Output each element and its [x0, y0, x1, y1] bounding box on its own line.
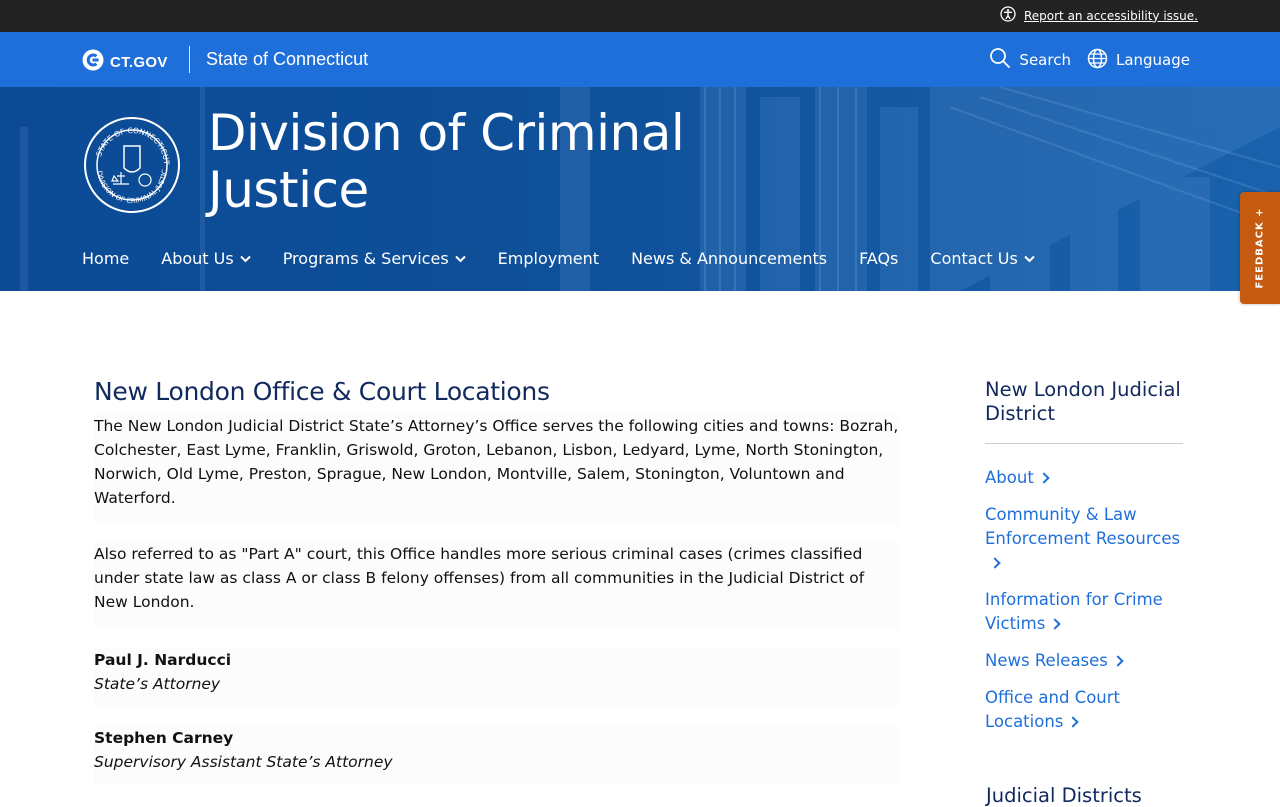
nav-item-about-us[interactable]: About Us — [161, 249, 251, 268]
main-nav: Home About Us Programs & Services Employ… — [82, 249, 1067, 268]
sidebar-link-community-resources[interactable]: Community & Law Enforcement Resources — [985, 503, 1183, 575]
sidebar-link-crime-victims[interactable]: Information for Crime Victims — [985, 588, 1183, 636]
sidebar-link-label: About — [985, 468, 1034, 487]
sidebar: New London Judicial District About Commu… — [985, 378, 1183, 807]
chevron-right-icon — [1112, 654, 1124, 667]
nav-item-programs-services[interactable]: Programs & Services — [283, 249, 466, 268]
ct-gov-logo[interactable]: CT.GOV — [82, 49, 168, 75]
nav-item-label: Contact Us — [930, 249, 1018, 268]
accessibility-report-link[interactable]: Report an accessibility issue. — [1000, 6, 1198, 25]
state-of-connecticut-link[interactable]: State of Connecticut — [206, 49, 368, 70]
logo-divider — [189, 46, 190, 73]
sidebar-link-about[interactable]: About — [985, 466, 1183, 490]
staff-name: Stephen Carney — [94, 729, 234, 747]
page-title: New London Office & Court Locations — [94, 377, 550, 406]
staff-entry: Paul J. Narducci State’s Attorney — [94, 648, 899, 706]
search-icon — [989, 47, 1011, 73]
chevron-right-icon — [989, 556, 1001, 569]
chevron-right-icon — [1049, 617, 1061, 630]
agency-hero: STATE OF CONNECTICUT DIVISION OF CRIMINA… — [0, 87, 1280, 291]
main-content: New London Office & Court Locations The … — [94, 370, 899, 784]
part-a-court-paragraph: Also referred to as "Part A" court, this… — [94, 542, 899, 628]
ct-gov-logo-text: CT.GOV — [110, 53, 168, 71]
nav-item-news-announcements[interactable]: News & Announcements — [631, 249, 827, 268]
division-seal: STATE OF CONNECTICUT DIVISION OF CRIMINA… — [81, 110, 181, 218]
served-towns-paragraph: The New London Judicial District State’s… — [94, 414, 899, 524]
nav-item-label: Home — [82, 249, 130, 268]
chevron-down-icon — [239, 255, 251, 262]
nav-item-employment[interactable]: Employment — [498, 249, 599, 268]
sidebar-link-label: Office and Court Locations — [985, 688, 1121, 731]
sidebar-link-label: News Releases — [985, 651, 1108, 670]
feedback-tab[interactable]: FEEDBACK + — [1240, 192, 1280, 304]
language-label: Language — [1115, 51, 1190, 69]
accessibility-icon — [1000, 6, 1016, 25]
accessibility-report-label: Report an accessibility issue. — [1023, 8, 1198, 23]
header-actions: Search Language — [989, 47, 1190, 73]
utility-bar: Report an accessibility issue. — [0, 0, 1280, 32]
chevron-down-icon — [454, 255, 466, 262]
nav-item-faqs[interactable]: FAQs — [859, 249, 898, 268]
sidebar-link-label: Information for Crime Victims — [985, 590, 1163, 633]
sidebar-divider — [985, 443, 1183, 444]
staff-role: State’s Attorney — [94, 675, 221, 693]
nav-item-label: Employment — [497, 249, 600, 268]
sidebar-link-news-releases[interactable]: News Releases — [985, 649, 1183, 673]
feedback-label: FEEDBACK + — [1254, 207, 1266, 289]
sidebar-link-label: Community & Law Enforcement Resources — [985, 505, 1181, 548]
search-label: Search — [1019, 51, 1071, 69]
language-button[interactable]: Language — [1087, 48, 1190, 73]
nav-item-label: About Us — [161, 249, 234, 268]
nav-item-home[interactable]: Home — [82, 249, 129, 268]
staff-entry: Stephen Carney Supervisory Assistant Sta… — [94, 726, 899, 784]
sidebar-title: New London Judicial District — [985, 378, 1181, 425]
nav-item-contact-us[interactable]: Contact Us — [930, 249, 1035, 268]
nav-item-label: Programs & Services — [282, 249, 449, 268]
chevron-right-icon — [1067, 715, 1080, 728]
nav-item-label: News & Announcements — [631, 249, 828, 268]
agency-title: Division of Criminal Justice — [208, 104, 685, 219]
nav-item-label: FAQs — [859, 249, 899, 268]
sidebar-link-office-locations[interactable]: Office and Court Locations — [985, 686, 1183, 734]
staff-role: Supervisory Assistant State’s Attorney — [94, 753, 393, 771]
chevron-down-icon — [1024, 255, 1035, 262]
ct-logo-icon — [82, 49, 104, 75]
ct-gov-bar: CT.GOV State of Connecticut Search Langu… — [0, 32, 1280, 87]
chevron-right-icon — [1038, 471, 1050, 484]
globe-icon — [1087, 48, 1108, 73]
staff-name: Paul J. Narducci — [94, 651, 232, 669]
judicial-districts-heading: Judicial Districts — [986, 784, 1142, 807]
search-button[interactable]: Search — [989, 47, 1071, 73]
